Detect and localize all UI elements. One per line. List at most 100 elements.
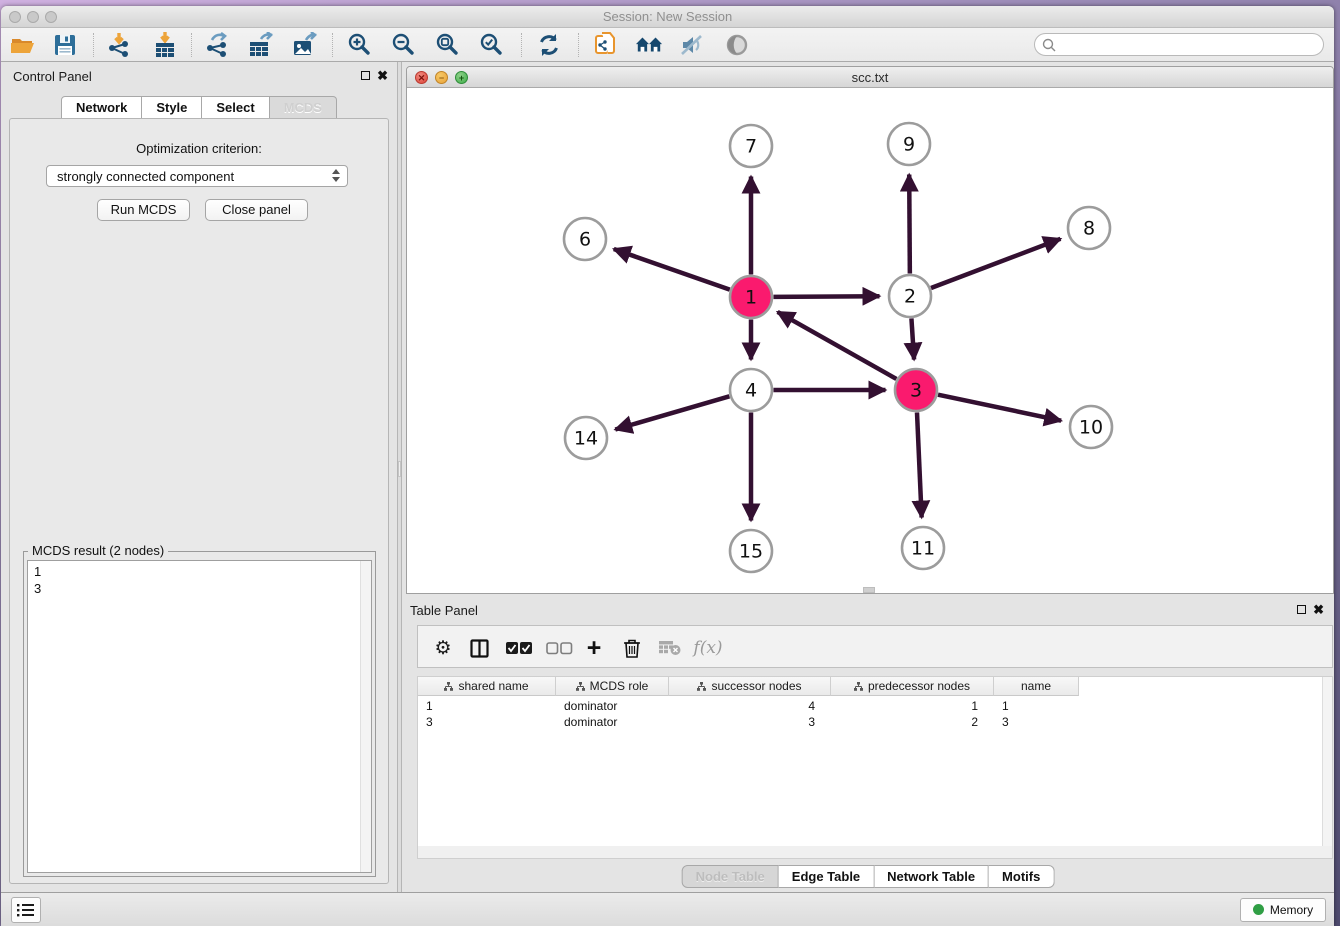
export-table-icon[interactable] (247, 32, 275, 58)
home-icon[interactable] (635, 32, 663, 58)
tab-motifs[interactable]: Motifs (989, 865, 1054, 888)
delete-table-icon[interactable] (656, 634, 684, 662)
select-all-columns-icon[interactable] (504, 634, 534, 662)
import-table-icon[interactable] (151, 32, 179, 58)
zoom-out-icon[interactable] (390, 32, 418, 58)
edge-3-11[interactable] (917, 412, 922, 517)
canvas-resize-grip[interactable] (863, 587, 875, 593)
edge-2-9[interactable] (909, 174, 910, 273)
column-header-successor-nodes[interactable]: successor nodes (669, 677, 831, 696)
zoom-in-icon[interactable] (346, 32, 374, 58)
node-label-9: 9 (903, 134, 915, 156)
result-scrollbar[interactable] (360, 561, 371, 872)
dropdown-stepper-icon (332, 169, 340, 182)
close-table-panel-icon[interactable]: ✖ (1313, 602, 1324, 618)
cell-name[interactable]: 1 (994, 698, 1079, 714)
run-mcds-button[interactable]: Run MCDS (97, 199, 190, 221)
open-recent-session-icon[interactable] (591, 32, 619, 58)
column-header-shared-name[interactable]: shared name (418, 677, 556, 696)
column-header-name[interactable]: name (994, 677, 1079, 696)
memory-button[interactable]: Memory (1240, 898, 1326, 922)
node-label-8: 8 (1083, 218, 1095, 240)
show-column-icon[interactable] (466, 634, 492, 662)
cell-MCDS-role[interactable]: dominator (556, 698, 669, 714)
table-row[interactable]: 1dominator411 (418, 698, 1079, 714)
tab-select[interactable]: Select (202, 96, 269, 119)
column-type-icon (576, 682, 585, 691)
table-tabs: Node TableEdge TableNetwork TableMotifs (682, 865, 1055, 888)
column-header-MCDS-role[interactable]: MCDS role (556, 677, 669, 696)
cell-MCDS-role[interactable]: dominator (556, 714, 669, 730)
node-label-7: 7 (745, 136, 757, 158)
edge-2-3[interactable] (911, 318, 914, 359)
workspace: ✕ − + scc.txt 1234678910111415 (402, 62, 1334, 892)
search-box (1034, 33, 1324, 56)
table-vertical-scrollbar[interactable] (1322, 677, 1332, 846)
tab-network[interactable]: Network (61, 96, 142, 119)
tab-node-table[interactable]: Node Table (682, 865, 779, 888)
toolbar-separator (578, 33, 579, 57)
show-graphics-details-icon[interactable] (723, 32, 751, 58)
float-table-panel-icon[interactable] (1297, 605, 1306, 614)
edge-2-8[interactable] (931, 239, 1060, 288)
memory-label: Memory (1270, 903, 1313, 917)
import-network-icon[interactable] (105, 32, 133, 58)
add-column-icon[interactable]: + (581, 634, 607, 662)
hide-warnings-icon[interactable] (678, 32, 706, 58)
divider-grip[interactable] (398, 461, 401, 477)
zoom-selected-icon[interactable] (478, 32, 506, 58)
export-image-icon[interactable] (291, 32, 319, 58)
cell-name[interactable]: 3 (994, 714, 1079, 730)
tab-style[interactable]: Style (142, 96, 202, 119)
float-panel-icon[interactable] (361, 71, 370, 80)
close-panel-button[interactable]: Close panel (205, 199, 308, 221)
column-label: shared name (458, 679, 528, 693)
mcds-panel: Optimization criterion: strongly connect… (9, 118, 389, 884)
result-item: 3 (34, 580, 41, 597)
edge-1-6[interactable] (614, 249, 730, 290)
result-item: 1 (34, 563, 41, 580)
toolbar-separator (93, 33, 94, 57)
delete-column-icon[interactable] (619, 634, 645, 662)
table-options-icon[interactable]: ⚙ (430, 634, 456, 662)
zoom-fit-icon[interactable] (434, 32, 462, 58)
node-label-14: 14 (574, 428, 598, 450)
network-window-title: scc.txt (407, 70, 1333, 85)
edge-4-14[interactable] (615, 396, 729, 429)
control-panel-title: Control Panel (13, 69, 92, 84)
open-session-icon[interactable] (9, 32, 37, 58)
function-builder-icon[interactable]: f(x) (690, 634, 726, 662)
export-network-icon[interactable] (203, 32, 231, 58)
network-canvas[interactable]: 1234678910111415 (407, 88, 1333, 593)
tab-mcds[interactable]: MCDS (270, 96, 337, 119)
edge-3-1[interactable] (778, 312, 897, 379)
node-label-6: 6 (579, 229, 591, 251)
save-session-icon[interactable] (51, 32, 79, 58)
search-input[interactable] (1061, 35, 1315, 54)
cell-successor-nodes[interactable]: 3 (669, 714, 831, 730)
cell-shared-name[interactable]: 1 (418, 698, 556, 714)
control-tabs: NetworkStyleSelectMCDS (1, 96, 397, 119)
cell-predecessor-nodes[interactable]: 1 (831, 698, 994, 714)
task-history-button[interactable] (11, 897, 41, 923)
table-row[interactable]: 3dominator323 (418, 714, 1079, 730)
cell-predecessor-nodes[interactable]: 2 (831, 714, 994, 730)
refresh-icon[interactable] (535, 32, 563, 58)
table-header: shared name MCDS rolesuccessor nodesprede… (418, 677, 1079, 696)
deselect-all-columns-icon[interactable] (544, 634, 574, 662)
cell-successor-nodes[interactable]: 4 (669, 698, 831, 714)
optimization-criterion-dropdown[interactable]: strongly connected component (46, 165, 348, 187)
close-panel-icon[interactable]: ✖ (377, 68, 388, 84)
column-header-predecessor-nodes[interactable]: predecessor nodes (831, 677, 994, 696)
tab-network-table[interactable]: Network Table (874, 865, 989, 888)
table-horizontal-scrollbar[interactable] (417, 846, 1333, 859)
search-icon (1042, 38, 1057, 53)
tab-edge-table[interactable]: Edge Table (779, 865, 874, 888)
column-type-icon (854, 682, 863, 691)
edge-3-10[interactable] (938, 395, 1061, 421)
cell-shared-name[interactable]: 3 (418, 714, 556, 730)
network-graph: 1234678910111415 (407, 88, 1333, 593)
mcds-result-textarea[interactable]: 13 (27, 560, 372, 873)
dropdown-value: strongly connected component (57, 169, 234, 184)
edge-1-2[interactable] (773, 296, 879, 297)
